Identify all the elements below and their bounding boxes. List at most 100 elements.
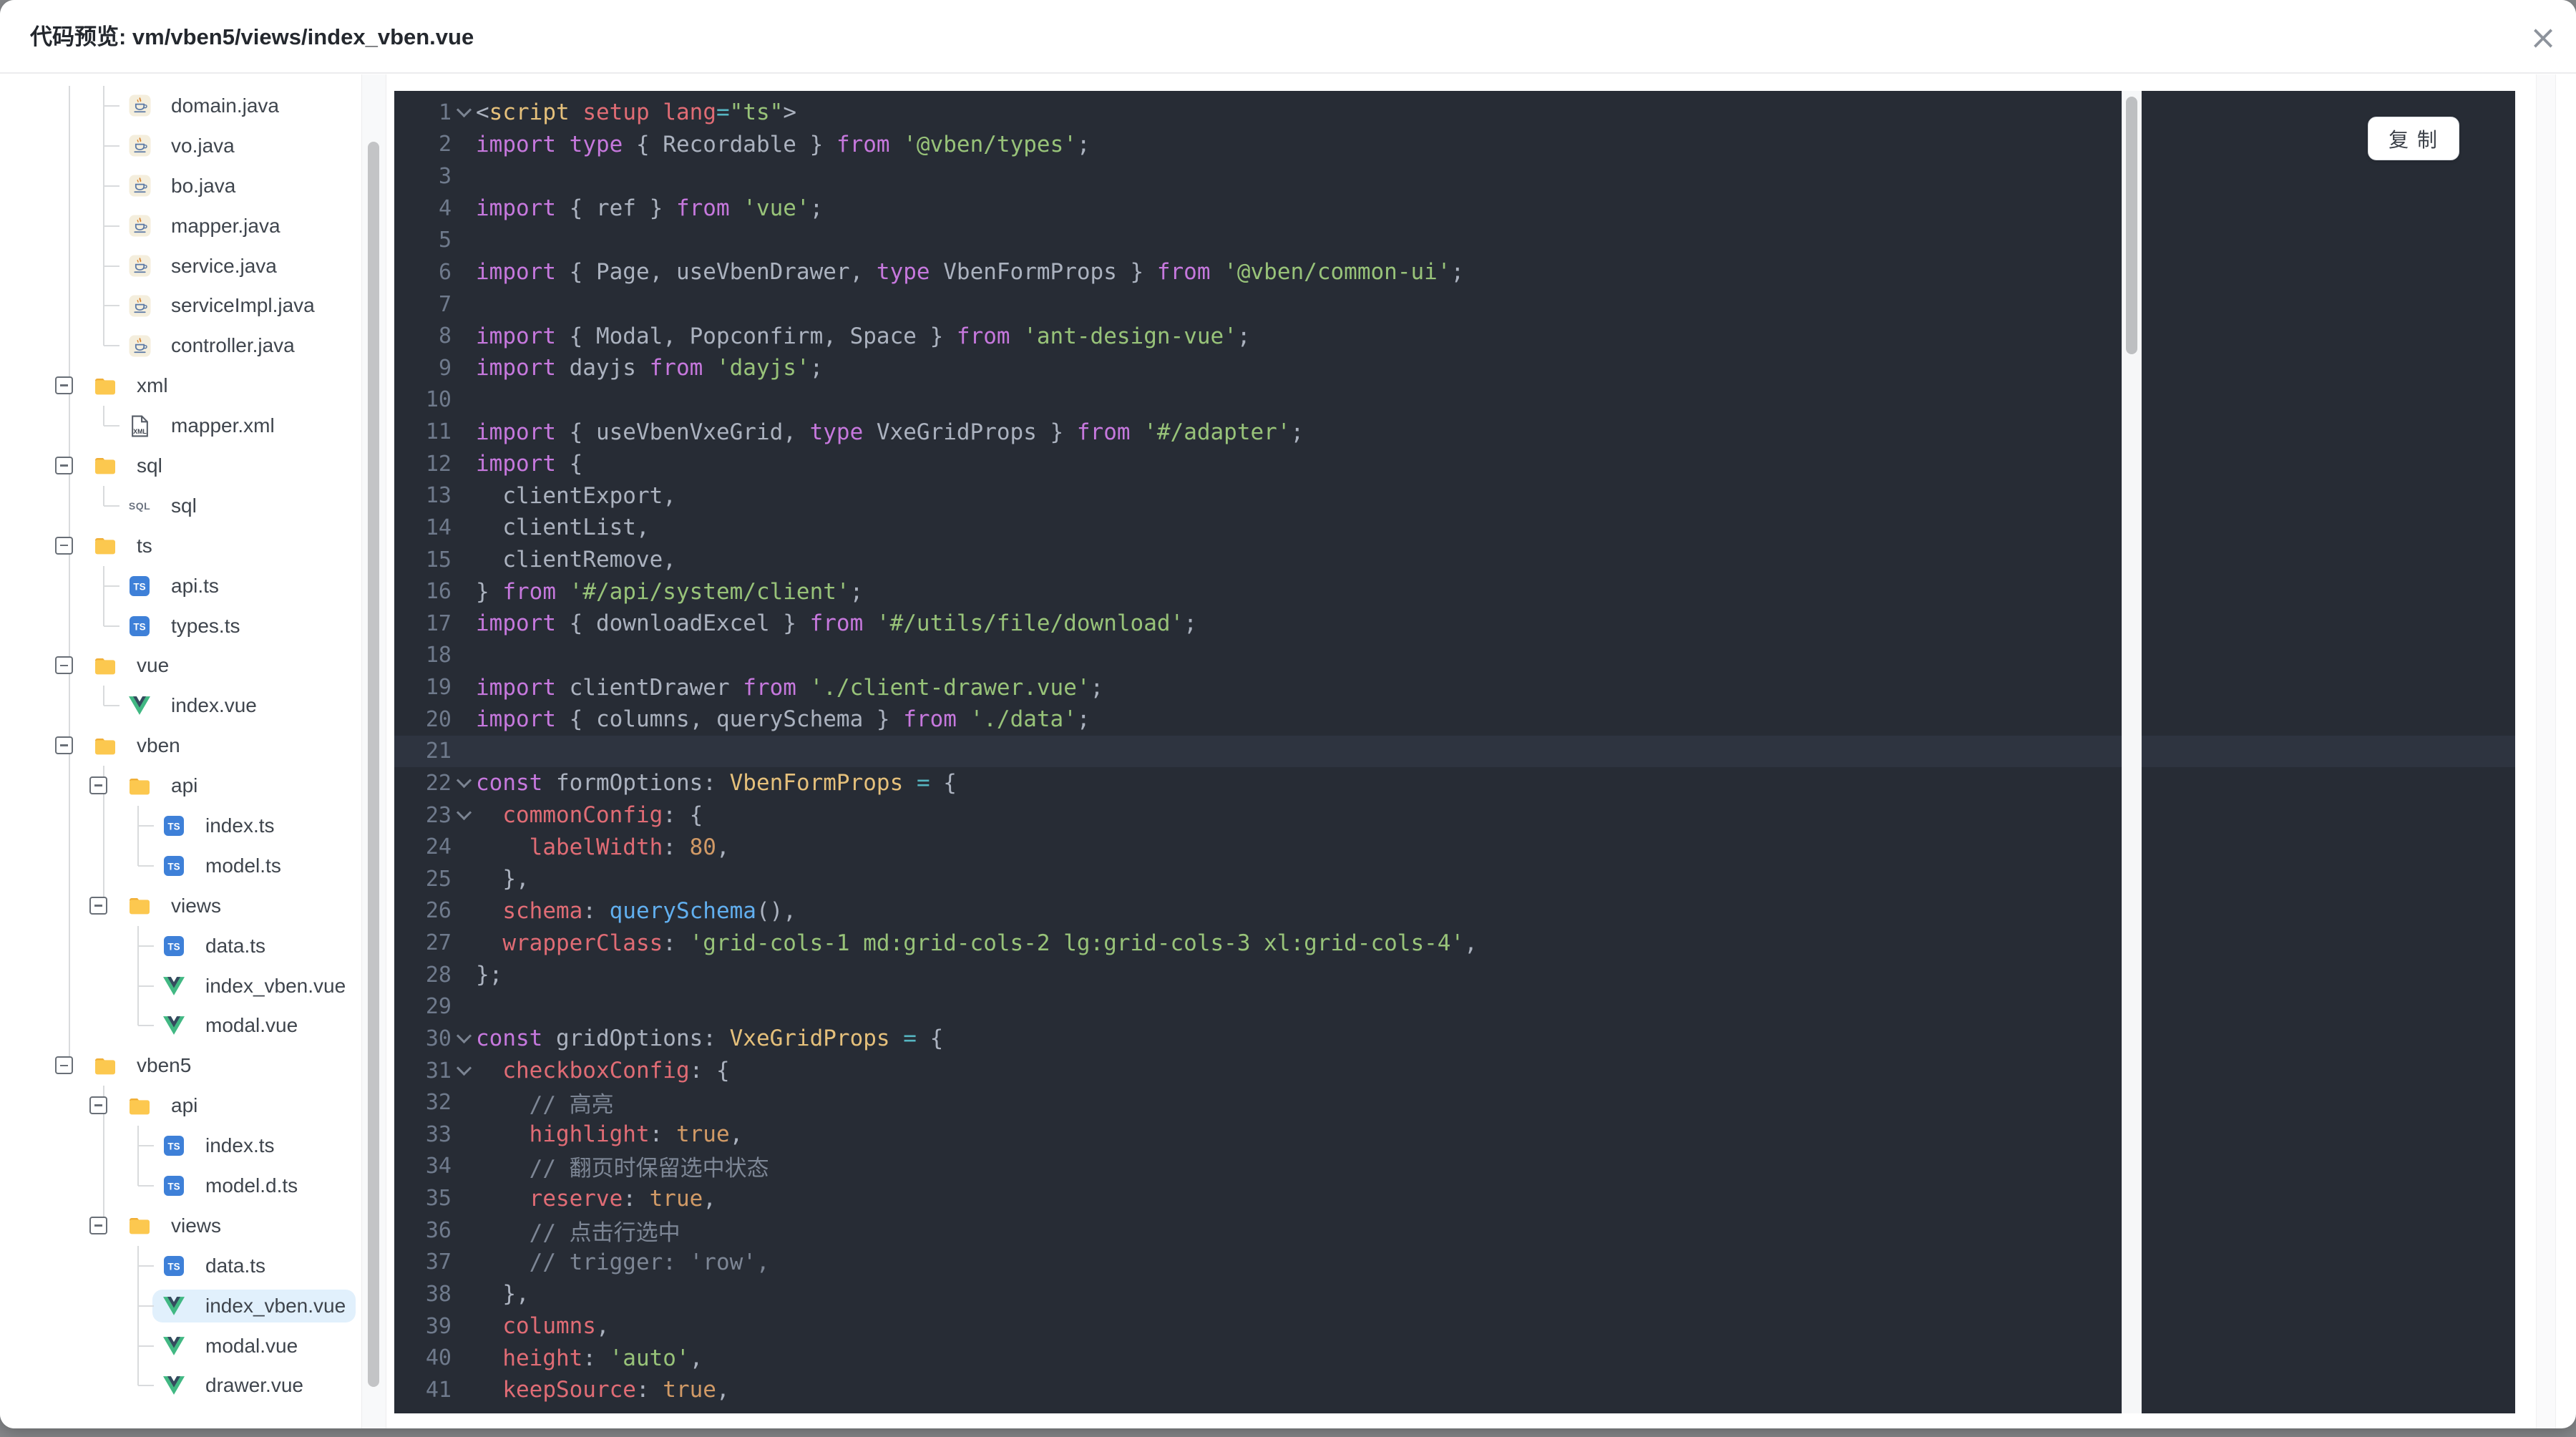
tree-item-index-ts[interactable]: TS index.ts [0, 1126, 361, 1166]
tree-item-api[interactable]: api [0, 766, 361, 807]
tree-item-drawer-vue[interactable]: drawer.vue [0, 1365, 361, 1406]
copy-button[interactable]: 复 制 [2368, 117, 2459, 160]
collapse-toggle-icon[interactable] [55, 456, 73, 474]
line-number: 2 [438, 132, 452, 157]
line-number: 30 [425, 1026, 452, 1051]
tree-item-label: sql [171, 494, 197, 517]
line-number: 35 [425, 1186, 452, 1212]
tree-indent-guide [103, 806, 104, 846]
tree-item-ts[interactable]: ts [0, 525, 361, 566]
tree-item-index-vben-vue[interactable]: index_vben.vue [0, 1285, 361, 1326]
tree-connector-tick [138, 864, 154, 867]
tree-connector [103, 326, 104, 346]
file-tree: domain.java vo.java bo.java mapper.java serv… [0, 74, 361, 1428]
code-line-25: 25 }, [394, 863, 2515, 895]
java-file-icon [128, 294, 151, 317]
tree-item-serviceimpl-java[interactable]: serviceImpl.java [0, 286, 361, 326]
tree-item-xml[interactable]: xml [0, 366, 361, 406]
code-text: wrapperClass: 'grid-cols-1 md:grid-cols-… [502, 930, 1478, 956]
tree-connector-tick [138, 985, 154, 987]
tree-indent-guide [103, 1166, 104, 1206]
vue-file-icon [162, 1335, 185, 1358]
tree-item-label: index.ts [205, 814, 275, 837]
collapse-toggle-icon[interactable] [55, 536, 73, 555]
close-icon[interactable]: × [2520, 0, 2566, 74]
tree-item-controller-java[interactable]: controller.java [0, 326, 361, 366]
tree-item-vben[interactable]: vben [0, 726, 361, 766]
folder-file-icon [94, 734, 117, 757]
tree-item-api-ts[interactable]: TS api.ts [0, 565, 361, 606]
collapse-toggle-icon[interactable] [89, 896, 107, 915]
tree-item-data-ts[interactable]: TS data.ts [0, 925, 361, 966]
tree-connector-tick [104, 225, 119, 227]
code-text: const formOptions: VbenFormProps = { [476, 770, 957, 797]
tree-item-index-vue[interactable]: index.vue [0, 686, 361, 726]
fold-chevron-icon[interactable] [452, 1060, 476, 1076]
tree-item-model-ts[interactable]: TS model.ts [0, 845, 361, 886]
tree-item-modal-vue[interactable]: modal.vue [0, 1325, 361, 1366]
collapse-toggle-icon[interactable] [89, 1216, 107, 1234]
fold-chevron-icon[interactable] [452, 102, 476, 118]
collapse-toggle-icon[interactable] [89, 776, 107, 795]
tree-item-vo-java[interactable]: vo.java [0, 125, 361, 166]
tree-item-label: index_vben.vue [205, 974, 346, 997]
tree-item-types-ts[interactable]: TS types.ts [0, 605, 361, 646]
code-line-29: 29 [394, 991, 2515, 1023]
collapse-toggle-icon[interactable] [55, 736, 73, 755]
code-line-13: 13 clientExport, [394, 480, 2515, 512]
tree-item-sql[interactable]: SQL sql [0, 485, 361, 526]
code-line-21: 21 [394, 735, 2515, 768]
tree-item-bo-java[interactable]: bo.java [0, 165, 361, 206]
tree-item-sql[interactable]: sql [0, 446, 361, 486]
tree-item-model-d-ts[interactable]: TS model.d.ts [0, 1166, 361, 1206]
tree-item-label: index_vben.vue [205, 1294, 346, 1317]
line-number: 32 [425, 1090, 452, 1116]
code-lines: 1 <script setup lang="ts"> 2 import type { … [394, 97, 2515, 1406]
collapse-toggle-icon[interactable] [55, 656, 73, 675]
collapse-toggle-icon[interactable] [55, 376, 73, 395]
tree-item-domain-java[interactable]: domain.java [0, 86, 361, 126]
line-number: 12 [425, 451, 452, 477]
ts-file-icon: TS [162, 1255, 185, 1277]
ts-file-icon: TS [162, 814, 185, 837]
line-number: 4 [438, 195, 452, 221]
tree-scrollbar[interactable] [361, 74, 386, 1428]
sql-file-icon: SQL [128, 500, 151, 512]
tree-scrollbar-thumb[interactable] [368, 142, 379, 1387]
fold-chevron-icon[interactable] [452, 773, 476, 789]
code-line-4: 4 import { ref } from 'vue'; [394, 193, 2515, 225]
tree-item-vben5[interactable]: vben5 [0, 1046, 361, 1086]
line-number: 7 [438, 291, 452, 317]
tree-item-label: index.vue [171, 694, 257, 717]
tree-indent-guide [69, 86, 70, 126]
tree-item-mapper-xml[interactable]: XML mapper.xml [0, 406, 361, 447]
collapse-toggle-icon[interactable] [55, 1056, 73, 1075]
modal-scrollbar[interactable] [2536, 74, 2556, 1428]
fold-chevron-icon[interactable] [452, 1028, 476, 1044]
code-line-14: 14 clientList, [394, 512, 2515, 544]
code-text: }, [476, 1281, 530, 1307]
code-scrollbar[interactable] [2122, 91, 2142, 1413]
java-file-icon [128, 135, 151, 157]
tree-item-index-vben-vue[interactable]: index_vben.vue [0, 965, 361, 1006]
line-number: 25 [425, 866, 452, 892]
svg-text:TS: TS [167, 1261, 180, 1272]
tree-item-modal-vue[interactable]: modal.vue [0, 1005, 361, 1046]
code-line-36: 36 // 点击行选中 [394, 1214, 2515, 1247]
collapse-toggle-icon[interactable] [89, 1096, 107, 1115]
svg-text:TS: TS [133, 621, 145, 632]
tree-item-service-java[interactable]: service.java [0, 245, 361, 286]
svg-text:TS: TS [167, 861, 180, 872]
tree-indent-guide [69, 565, 70, 606]
tree-item-data-ts[interactable]: TS data.ts [0, 1245, 361, 1286]
tree-item-views[interactable]: views [0, 1205, 361, 1246]
code-scrollbar-thumb[interactable] [2126, 97, 2137, 354]
tree-item-vue[interactable]: vue [0, 646, 361, 686]
tree-item-views[interactable]: views [0, 885, 361, 926]
tree-item-label: bo.java [171, 174, 236, 197]
tree-item-index-ts[interactable]: TS index.ts [0, 806, 361, 846]
fold-chevron-icon[interactable] [452, 804, 476, 821]
tree-indent-guide [69, 326, 70, 366]
tree-item-mapper-java[interactable]: mapper.java [0, 205, 361, 246]
tree-item-api[interactable]: api [0, 1086, 361, 1126]
